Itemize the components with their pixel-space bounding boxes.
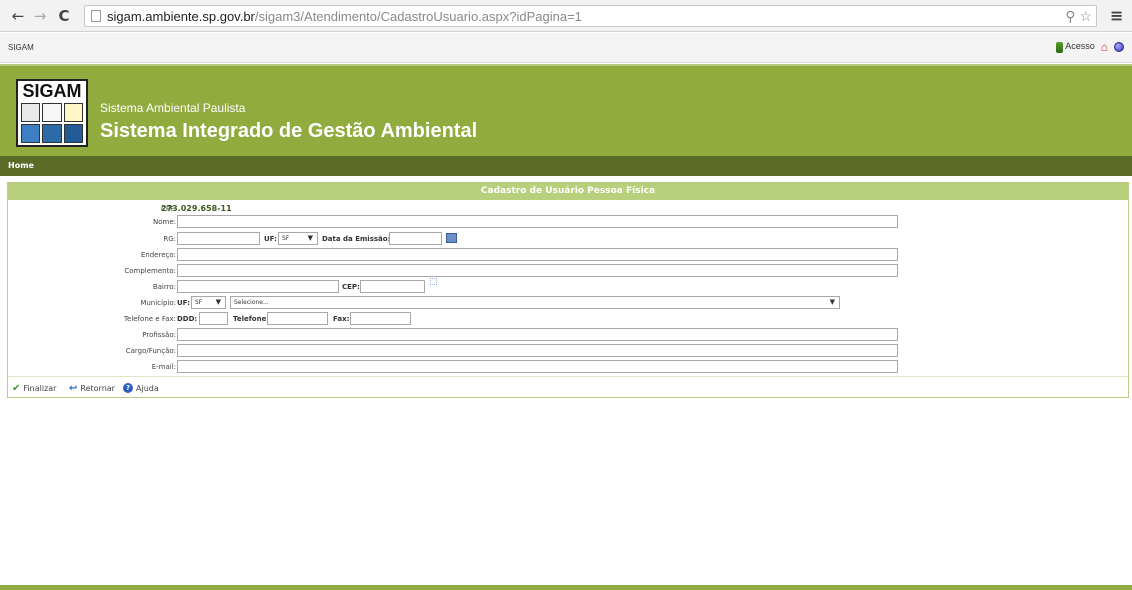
header-title: Sistema Integrado de Gestão Ambiental (100, 120, 478, 142)
chevron-down-icon: ▼ (829, 298, 835, 306)
fax-input[interactable] (350, 312, 411, 325)
check-icon: ✔ (12, 383, 21, 394)
retornar-label: Retornar (80, 384, 115, 393)
emissao-label: Data da Emissão: (322, 235, 391, 243)
return-icon: ↩ (69, 383, 78, 394)
home-icon[interactable]: ⌂ (1101, 40, 1108, 54)
logo-text: SIGAM (22, 81, 82, 101)
address-bar[interactable]: sigam.ambiente.sp.gov.br /sigam3/Atendim… (84, 5, 1097, 27)
chevron-down-icon: ▼ (215, 298, 221, 306)
email-label: E-mail: (151, 363, 176, 371)
cpf-label: CPF: (161, 205, 176, 213)
browser-toolbar: ← → C sigam.ambiente.sp.gov.br /sigam3/A… (0, 0, 1132, 32)
telefone-input[interactable] (267, 312, 328, 325)
rg-uf-select[interactable]: SF ▼ (278, 232, 318, 245)
endereco-input[interactable] (177, 248, 898, 261)
site-title-small: SIGAM (8, 43, 34, 52)
telefone-fax-label: Telefone e Fax: (123, 315, 176, 323)
calendar-icon[interactable] (446, 233, 457, 243)
fax-label: Fax: (333, 315, 350, 323)
finalizar-label: Finalizar (23, 384, 57, 393)
form-title: Cadastro de Usuário Pessoa Física (8, 183, 1128, 200)
bairro-input[interactable] (177, 280, 339, 293)
profissao-input[interactable] (177, 328, 898, 341)
municipio-label: Município: (140, 299, 176, 307)
rg-label: RG: (163, 235, 176, 243)
municipio-select[interactable]: Selecione... ▼ (230, 296, 840, 309)
menu-icon[interactable]: ≡ (1110, 6, 1123, 25)
site-header: SIGAM Sistema Ambiental Paulista Sistema… (0, 64, 1132, 156)
rg-input[interactable] (177, 232, 260, 245)
email-input[interactable] (177, 360, 898, 373)
page-icon (91, 10, 101, 22)
retornar-button[interactable]: ↩ Retornar (69, 383, 115, 394)
bairro-label: Bairro: (152, 283, 176, 291)
cep-input[interactable] (360, 280, 425, 293)
ddd-input[interactable] (199, 312, 228, 325)
telefone-label: Telefone: (233, 315, 270, 323)
emissao-input[interactable] (389, 232, 442, 245)
user-registration-form: Cadastro de Usuário Pessoa Física CPF: 2… (7, 182, 1129, 398)
nome-input[interactable] (177, 215, 898, 228)
cpf-value: 273.029.658-11 (161, 204, 232, 213)
forward-icon[interactable]: → (30, 6, 50, 26)
cep-label: CEP: (342, 283, 360, 291)
acesso-link[interactable]: Acesso (1056, 41, 1095, 53)
municipio-uf-value: SF (195, 299, 203, 306)
back-icon[interactable]: ← (8, 6, 28, 26)
nome-label: Nome: (152, 218, 176, 226)
complemento-input[interactable] (177, 264, 898, 277)
acesso-label: Acesso (1065, 41, 1095, 52)
ddd-label: DDD: (177, 315, 198, 323)
topbar-links: Acesso ⌂ (1056, 40, 1124, 54)
globe-icon[interactable] (1114, 42, 1124, 52)
header-subtitle: Sistema Ambiental Paulista (100, 101, 246, 115)
profissao-label: Profissão: (142, 331, 176, 339)
municipio-uf-select[interactable]: SF ▼ (191, 296, 226, 309)
ajuda-button[interactable]: ? Ajuda (123, 383, 159, 393)
cep-search-icon[interactable]: ⬚ (429, 277, 438, 287)
help-icon: ? (123, 383, 133, 393)
reload-icon[interactable]: C (54, 6, 74, 26)
chevron-down-icon: ▼ (307, 234, 313, 242)
main-nav: Home (0, 156, 1132, 176)
url-path: /sigam3/Atendimento/CadastroUsuario.aspx… (254, 8, 582, 24)
site-topbar: SIGAM Acesso ⌂ (0, 33, 1132, 63)
form-actions: ✔ Finalizar ↩ Retornar ? Ajuda (8, 376, 1128, 398)
user-icon (1056, 41, 1064, 53)
rg-uf-value: SF (282, 235, 290, 242)
footer-bar (0, 585, 1132, 590)
cargo-label: Cargo/Função: (125, 347, 176, 355)
finalizar-button[interactable]: ✔ Finalizar (12, 383, 56, 394)
municipio-value: Selecione... (234, 299, 269, 306)
endereco-label: Endereço: (140, 251, 176, 259)
cargo-input[interactable] (177, 344, 898, 357)
ajuda-label: Ajuda (136, 383, 159, 393)
logo-tiles (21, 103, 83, 143)
nav-home-link[interactable]: Home (8, 161, 34, 170)
bookmark-star-icon[interactable]: ⚲ ☆ (1065, 8, 1092, 25)
rg-uf-label: UF: (264, 235, 277, 243)
url-domain: sigam.ambiente.sp.gov.br (107, 8, 255, 24)
municipio-uf-label: UF: (177, 299, 190, 307)
complemento-label: Complemento: (124, 267, 176, 275)
sigam-logo: SIGAM (16, 79, 88, 147)
